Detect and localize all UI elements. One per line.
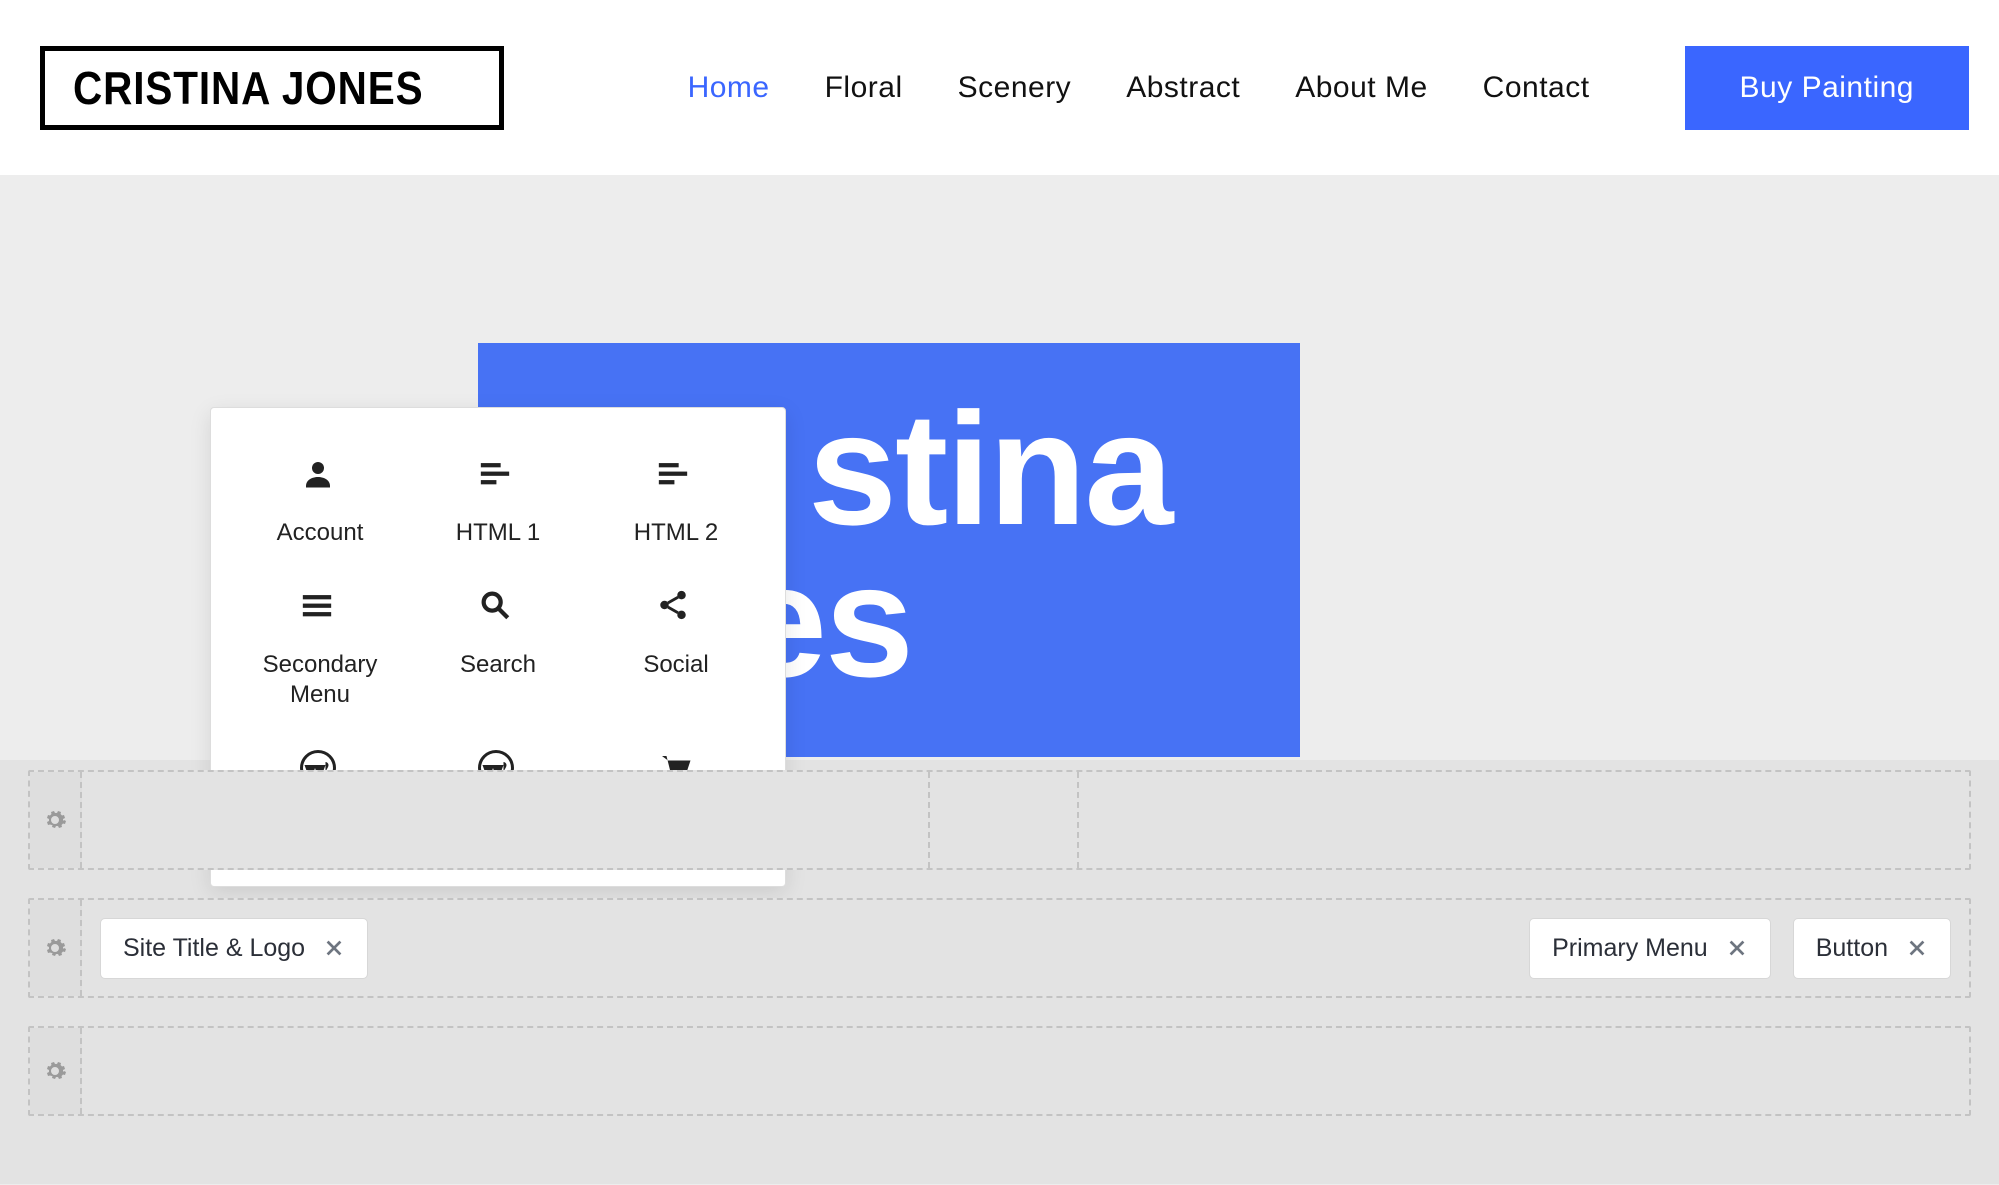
- search-icon: [478, 588, 518, 628]
- user-icon: [300, 456, 340, 496]
- row-slot-left[interactable]: [82, 772, 1969, 868]
- popup-item-label: HTML 1: [456, 518, 540, 548]
- hero-text-line2: es: [738, 545, 1300, 697]
- popup-item-html2[interactable]: HTML 2: [587, 456, 765, 548]
- popup-item-html1[interactable]: HTML 1: [409, 456, 587, 548]
- chip-label: Site Title & Logo: [123, 934, 305, 963]
- chip-button[interactable]: Button: [1793, 918, 1951, 979]
- popup-item-social[interactable]: Social: [587, 588, 765, 710]
- popup-item-account[interactable]: Account: [231, 456, 409, 548]
- site-header: CRISTINA JONES Home Floral Scenery Abstr…: [0, 0, 1999, 175]
- popup-item-label: Search: [460, 650, 536, 680]
- gear-icon: [43, 936, 67, 960]
- site-logo-text: CRISTINA JONES: [73, 61, 423, 115]
- gear-icon: [43, 808, 67, 832]
- nav-item-scenery[interactable]: Scenery: [958, 71, 1072, 105]
- chip-primary-menu[interactable]: Primary Menu: [1529, 918, 1771, 979]
- buy-painting-button[interactable]: Buy Painting: [1685, 46, 1969, 130]
- menu-icon: [300, 588, 340, 628]
- popup-item-label: HTML 2: [634, 518, 718, 548]
- popup-item-label: Secondary Menu: [231, 650, 409, 710]
- site-logo[interactable]: CRISTINA JONES: [40, 46, 504, 130]
- row-bottom-content[interactable]: [82, 1028, 1969, 1114]
- row-settings-button[interactable]: [30, 900, 82, 996]
- nav-item-abstract[interactable]: Abstract: [1126, 71, 1240, 105]
- close-icon[interactable]: [1906, 937, 1928, 959]
- primary-nav: Home Floral Scenery Abstract About Me Co…: [688, 46, 1969, 130]
- close-icon[interactable]: [323, 937, 345, 959]
- chip-site-title-logo[interactable]: Site Title & Logo: [100, 918, 368, 979]
- popup-item-label: Account: [277, 518, 364, 548]
- row-main-right-group: Primary Menu Button: [1529, 918, 1951, 979]
- hero-area: stina es Account HTML 1 HTML 2 Sec: [0, 175, 1999, 760]
- close-icon[interactable]: [1726, 937, 1748, 959]
- popup-item-label: Social: [643, 650, 708, 680]
- row-settings-button[interactable]: [30, 772, 82, 868]
- popup-item-secondary-menu[interactable]: Secondary Menu: [231, 588, 409, 710]
- row-main-content[interactable]: Site Title & Logo Primary Menu Button: [82, 900, 1969, 996]
- hero-text-line1: stina: [808, 393, 1300, 545]
- share-icon: [656, 588, 696, 628]
- nav-item-home[interactable]: Home: [688, 71, 770, 105]
- html-icon: [478, 456, 518, 496]
- html-icon: [656, 456, 696, 496]
- nav-item-contact[interactable]: Contact: [1483, 71, 1590, 105]
- header-builder-area: Site Title & Logo Primary Menu Button: [0, 760, 1999, 1184]
- builder-row-top[interactable]: [28, 770, 1971, 870]
- chip-label: Button: [1816, 934, 1888, 963]
- row-settings-button[interactable]: [30, 1028, 82, 1114]
- gear-icon: [43, 1059, 67, 1083]
- chip-label: Primary Menu: [1552, 934, 1708, 963]
- builder-row-bottom[interactable]: [28, 1026, 1971, 1116]
- nav-item-floral[interactable]: Floral: [825, 71, 903, 105]
- nav-item-about[interactable]: About Me: [1295, 71, 1427, 105]
- builder-row-main[interactable]: Site Title & Logo Primary Menu Button: [28, 898, 1971, 998]
- popup-item-search[interactable]: Search: [409, 588, 587, 710]
